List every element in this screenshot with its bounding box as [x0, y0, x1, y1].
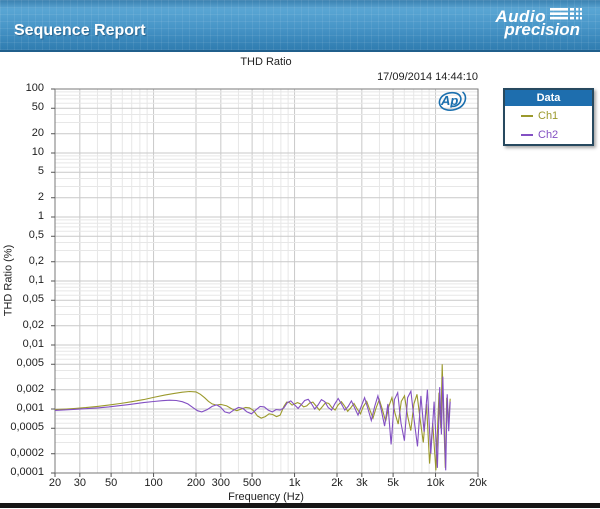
- y-tick-label: 0,01: [2, 338, 44, 350]
- x-tick-label: 1k: [275, 477, 315, 489]
- y-tick-label: 0,001: [2, 402, 44, 414]
- x-tick-label: 10k: [416, 477, 456, 489]
- ch2-legend-label: Ch2: [538, 129, 558, 141]
- y-tick-label: 5: [2, 165, 44, 177]
- audio-precision-logo: Audio precision: [474, 8, 584, 46]
- y-tick-label: 0,0002: [2, 447, 44, 459]
- svg-text:Ap: Ap: [440, 93, 458, 108]
- report-header-bar: Sequence Report Audio precision: [0, 0, 600, 52]
- y-tick-label: 50: [2, 101, 44, 113]
- logo-word-precision: precision: [474, 22, 580, 37]
- y-tick-label: 20: [2, 127, 44, 139]
- x-tick-label: 100: [134, 477, 174, 489]
- x-tick-label: 5k: [373, 477, 413, 489]
- x-tick-label: 50: [91, 477, 131, 489]
- ap-watermark-icon: Ap: [432, 87, 468, 114]
- ch2-line-swatch: [521, 134, 533, 136]
- y-tick-label: 0,005: [2, 357, 44, 369]
- y-tick-label: 100: [2, 82, 44, 94]
- y-tick-label: 0,002: [2, 383, 44, 395]
- legend-header: Data: [505, 90, 592, 106]
- report-timestamp: 17/09/2014 14:44:10: [278, 71, 478, 83]
- ch1-line-swatch: [521, 115, 533, 117]
- sequence-report-window: { "header": { "title": "Sequence Report"…: [0, 0, 600, 509]
- report-bottom-border: [0, 503, 600, 508]
- y-tick-label: 1: [2, 210, 44, 222]
- page-title: Sequence Report: [14, 22, 146, 40]
- y-tick-label: 2: [2, 191, 44, 203]
- chart-title: THD Ratio: [166, 56, 366, 68]
- x-tick-label: 20k: [458, 477, 498, 489]
- legend-box: Data Ch1 Ch2: [503, 88, 594, 146]
- x-tick-label: 500: [232, 477, 272, 489]
- legend-item-ch2: Ch2: [505, 125, 592, 144]
- legend-item-ch1: Ch1: [505, 106, 592, 125]
- y-tick-label: 10: [2, 146, 44, 158]
- ch1-legend-label: Ch1: [538, 110, 558, 122]
- y-axis-title: THD Ratio (%): [3, 231, 16, 331]
- x-axis-title: Frequency (Hz): [176, 491, 356, 503]
- y-tick-label: 0,0005: [2, 421, 44, 433]
